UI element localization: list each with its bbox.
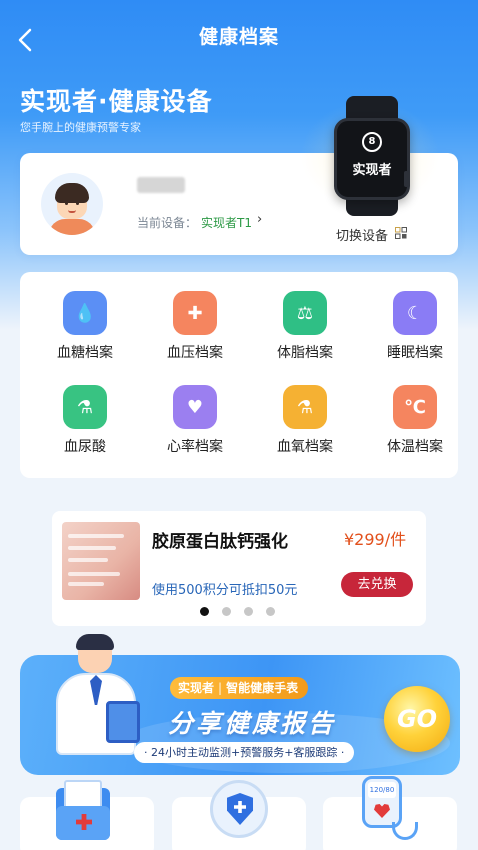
go-button[interactable]: GO <box>384 686 450 752</box>
watch-logo-icon: 8 <box>362 132 382 152</box>
grid-item-4[interactable]: ☾ 睡眠档案 <box>360 291 470 371</box>
grid-item-label: 血糖档案 <box>57 345 113 361</box>
bp-monitor-screen: 120/80 <box>368 782 396 798</box>
grid-item-label: 血氧档案 <box>277 439 333 455</box>
health-records-grid: 💧 血糖档案 ✚ 血压档案 ⚖ 体脂档案 ☾ 睡眠档案 ⚗ 血尿酸 ♥ 心率档案 ⚗ 血氧档案 ℃ 体温档案 <box>20 272 458 478</box>
test-tubes-icon: 💧 <box>63 291 107 335</box>
medical-folder-icon <box>56 780 110 840</box>
chevron-right-icon[interactable]: › <box>257 212 262 227</box>
watch-brand: 实现者 <box>352 163 392 178</box>
brand-name: 实现者 <box>178 681 215 695</box>
username-redacted <box>137 177 185 193</box>
carousel-dots <box>200 607 280 617</box>
top-bar: 健康档案 <box>0 0 478 72</box>
carousel-dot[interactable] <box>266 607 275 616</box>
hero-subtitle: 您手腕上的健康预警专家 <box>20 121 141 134</box>
grid-item-3[interactable]: ⚖ 体脂档案 <box>250 291 360 371</box>
redeem-button[interactable]: 去兑换 <box>341 572 413 597</box>
blood-pressure-icon: ✚ <box>173 291 217 335</box>
grid-item-8[interactable]: ℃ 体温档案 <box>360 385 470 465</box>
grid-item-6[interactable]: ♥ 心率档案 <box>140 385 250 465</box>
thermometer-icon: ℃ <box>393 385 437 429</box>
switch-device-icon[interactable] <box>395 227 407 239</box>
carousel-dot[interactable] <box>200 607 209 616</box>
carousel-dot[interactable] <box>222 607 231 616</box>
grid-item-label: 体温档案 <box>387 439 443 455</box>
service-tags: · 24小时主动监测+预警服务+客服跟踪 · <box>134 742 355 763</box>
avatar <box>41 173 103 235</box>
moon-icon: ☾ <box>393 291 437 335</box>
watch-image: 8 实现者 <box>328 96 416 220</box>
promo-title: 胶原蛋白肽钙强化 <box>152 532 288 552</box>
hero-title: 实现者·健康设备 <box>20 87 213 116</box>
promo-card[interactable]: 胶原蛋白肽钙强化 ¥299/件 使用500积分可抵扣50元 去兑换 <box>52 511 426 626</box>
blood-pressure-monitor-icon: 120/80 <box>362 776 418 840</box>
carousel-dot[interactable] <box>244 607 253 616</box>
health-shield-icon <box>210 780 268 838</box>
current-device-label: 当前设备： <box>137 216 198 230</box>
flask-icon: ⚗ <box>283 385 327 429</box>
promo-description: 使用500积分可抵扣50元 <box>152 583 298 598</box>
grid-item-label: 血尿酸 <box>64 439 106 455</box>
grid-item-label: 心率档案 <box>167 439 223 455</box>
grid-item-7[interactable]: ⚗ 血氧档案 <box>250 385 360 465</box>
heart-rate-icon: ♥ <box>173 385 217 429</box>
page-title: 健康档案 <box>198 26 279 48</box>
product-image <box>62 522 140 600</box>
brand-pill: 实现者 | 智能健康手表 <box>170 677 309 699</box>
doctor-illustration <box>40 634 150 757</box>
test-tube-icon: ⚗ <box>63 385 107 429</box>
grid-item-label: 体脂档案 <box>277 345 333 361</box>
grid-item-label: 血压档案 <box>167 345 223 361</box>
switch-device-button[interactable]: 切换设备 <box>336 225 388 244</box>
share-report-title: 分享健康报告 <box>168 709 337 738</box>
grid-item-label: 睡眠档案 <box>387 345 443 361</box>
promo-price: ¥299/件 <box>344 530 407 549</box>
scale-icon: ⚖ <box>283 291 327 335</box>
grid-item-1[interactable]: 💧 血糖档案 <box>30 291 140 371</box>
grid-item-2[interactable]: ✚ 血压档案 <box>140 291 250 371</box>
brand-subtitle: 智能健康手表 <box>226 681 299 695</box>
current-device-name[interactable]: 实现者T1 <box>201 214 252 231</box>
grid-item-5[interactable]: ⚗ 血尿酸 <box>30 385 140 465</box>
